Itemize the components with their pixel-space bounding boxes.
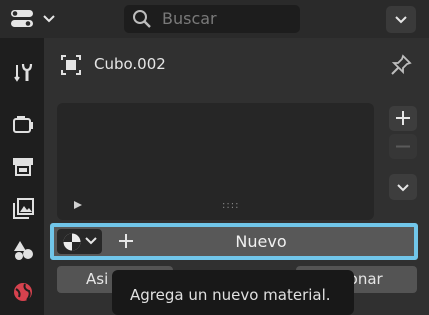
camera-back-icon	[13, 116, 33, 133]
assign-label: Asi	[86, 270, 109, 288]
tab-world[interactable]	[4, 274, 40, 308]
image-stack-icon	[13, 198, 34, 219]
tooltip: Agrega un nuevo material.	[112, 270, 354, 315]
list-resize-grip[interactable]: ::::	[222, 200, 239, 211]
chevron-down-icon	[85, 237, 97, 245]
properties-editor-icon	[11, 10, 33, 27]
globe-icon	[14, 283, 32, 301]
header-bar: Buscar	[0, 0, 429, 38]
tab-output[interactable]	[4, 148, 40, 182]
browse-material-dropdown[interactable]	[57, 229, 102, 254]
material-slot-list[interactable]	[57, 103, 374, 220]
slot-specials-menu-button[interactable]	[389, 174, 417, 200]
plus-icon	[396, 111, 410, 125]
new-material-row: Nuevo	[50, 223, 418, 260]
search-icon	[133, 10, 151, 28]
chevron-down-icon	[395, 16, 407, 24]
new-material-label: Nuevo	[235, 232, 287, 251]
search-placeholder: Buscar	[162, 9, 217, 28]
minus-icon	[396, 145, 410, 148]
wrench-screwdriver-icon	[14, 63, 33, 82]
search-field[interactable]: Buscar	[124, 5, 300, 33]
printer-icon	[13, 158, 33, 176]
tab-scene[interactable]	[4, 232, 40, 266]
tab-view-layer[interactable]	[4, 190, 40, 224]
remove-slot-button[interactable]	[389, 134, 417, 159]
tab-tool[interactable]	[4, 54, 40, 88]
tooltip-text: Agrega un nuevo material.	[130, 286, 331, 304]
cube-icon	[61, 55, 81, 75]
scene-shapes-icon	[14, 241, 33, 260]
pin-icon[interactable]	[390, 54, 412, 76]
tab-render[interactable]	[4, 106, 40, 140]
chevron-down-icon	[397, 184, 409, 192]
object-name: Cubo.002	[94, 55, 166, 73]
material-sphere-icon	[63, 233, 81, 251]
expand-triangle-icon[interactable]	[73, 200, 83, 210]
header-options-button[interactable]	[386, 6, 416, 33]
editor-type-dropdown[interactable]	[4, 5, 62, 32]
add-slot-button[interactable]	[389, 106, 417, 131]
chevron-down-icon	[43, 15, 55, 23]
properties-tabs-sidebar	[0, 38, 44, 315]
new-material-button[interactable]: Nuevo	[104, 227, 418, 256]
